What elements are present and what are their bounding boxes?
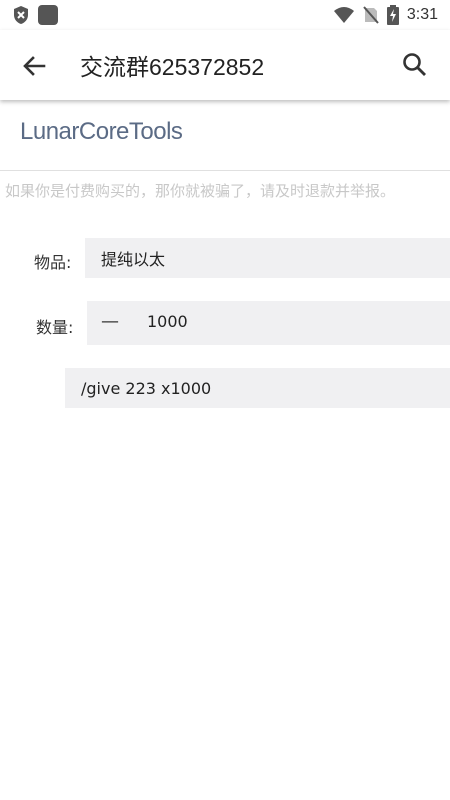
quantity-stepper[interactable]: — 1000 bbox=[87, 301, 450, 345]
quantity-label: 数量: bbox=[36, 318, 74, 337]
app-icon bbox=[38, 5, 58, 25]
item-label: 物品: bbox=[34, 253, 72, 272]
wifi-icon bbox=[333, 7, 354, 23]
toolbar: 交流群625372852 bbox=[0, 30, 450, 100]
notice-text: 如果你是付费购买的，那你就被骗了，请及时退款并举报。 bbox=[5, 182, 396, 200]
arrow-left-icon bbox=[23, 56, 46, 76]
status-left bbox=[12, 5, 58, 25]
toolbar-title: 交流群625372852 bbox=[80, 54, 265, 80]
battery-charging-icon bbox=[386, 5, 399, 25]
command-text: /give 223 x1000 bbox=[81, 378, 212, 398]
no-sim-icon bbox=[363, 6, 379, 24]
search-button[interactable] bbox=[400, 50, 430, 80]
quantity-input[interactable]: 1000 bbox=[147, 312, 188, 331]
status-bar: 3:31 bbox=[0, 0, 450, 30]
shield-x-icon bbox=[14, 6, 28, 24]
item-select[interactable]: 提纯以太 bbox=[85, 238, 450, 278]
command-output[interactable]: /give 223 x1000 bbox=[65, 368, 450, 408]
divider bbox=[0, 170, 450, 171]
status-right: 3:31 bbox=[333, 5, 438, 25]
status-time: 3:31 bbox=[406, 6, 438, 23]
app-name: LunarCoreTools bbox=[20, 118, 183, 145]
search-icon bbox=[403, 53, 426, 76]
back-button[interactable] bbox=[18, 50, 50, 82]
decrement-button[interactable]: — bbox=[101, 311, 119, 332]
item-value: 提纯以太 bbox=[101, 250, 166, 269]
